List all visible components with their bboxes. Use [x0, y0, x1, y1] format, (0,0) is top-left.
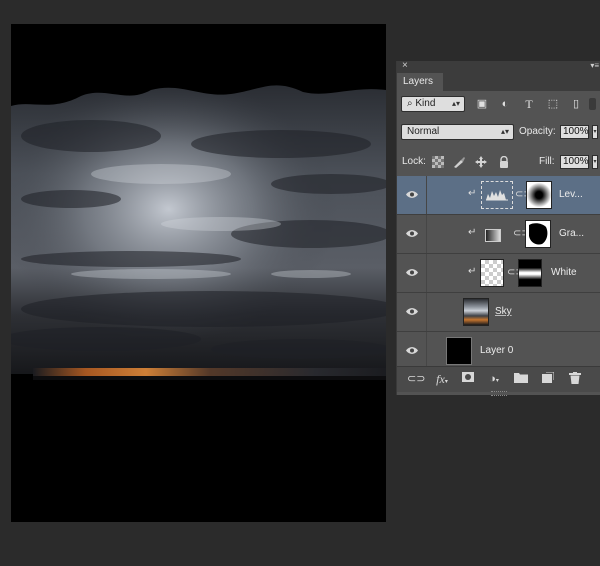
- layer-mask-thumbnail[interactable]: [525, 220, 551, 248]
- fx-icon[interactable]: fx▾: [434, 372, 450, 386]
- panel-tab-bar: Layers: [397, 73, 600, 91]
- layer-name[interactable]: Layer 0: [480, 345, 513, 356]
- fill-slider-arrow-icon[interactable]: ▾: [592, 155, 598, 169]
- eye-icon: [406, 347, 418, 354]
- new-adjustment-icon[interactable]: ◑▾: [486, 372, 502, 386]
- close-icon[interactable]: ×: [402, 60, 408, 71]
- visibility-toggle[interactable]: [397, 332, 427, 370]
- eye-icon: [406, 269, 418, 276]
- delete-layer-icon[interactable]: [567, 372, 583, 386]
- new-group-icon[interactable]: [513, 372, 529, 386]
- smart-object-filter-icon[interactable]: ▯: [569, 98, 583, 110]
- filter-kind-select[interactable]: ⌕ Kind ▴▾: [401, 96, 465, 112]
- layer-row-levels[interactable]: ↵ ⊂⊃ Lev...: [397, 176, 600, 215]
- mask-shape: [529, 223, 548, 245]
- image-filter-icon[interactable]: ▣: [475, 98, 489, 110]
- clip-arrow-icon: ↵: [468, 188, 477, 199]
- visibility-toggle[interactable]: [397, 293, 427, 331]
- opacity-input[interactable]: 100%: [560, 125, 589, 139]
- fill-input[interactable]: 100%: [560, 155, 589, 169]
- panel-title-bar: × ▾≡: [397, 60, 600, 73]
- select-arrows-icon: ▴▾: [451, 99, 460, 108]
- layer-row-white[interactable]: ↵ ⊂⊃ White: [397, 254, 600, 293]
- filter-toggle-switch[interactable]: [589, 98, 596, 110]
- eye-icon: [406, 191, 418, 198]
- layers-panel: × ▾≡ Layers ⌕ Kind ▴▾ ▣ ◐ T ⬚ ▯ Normal ▴…: [396, 60, 600, 396]
- lock-image-pixels-icon[interactable]: [453, 156, 465, 168]
- lock-row: Lock: Fill: 100% ▾: [397, 153, 600, 171]
- layer-row-sky[interactable]: Sky: [397, 293, 600, 332]
- transparent-layer-thumbnail[interactable]: [480, 259, 504, 287]
- visibility-toggle[interactable]: [397, 254, 427, 292]
- black-fill-thumbnail[interactable]: [446, 337, 472, 365]
- link-layers-icon[interactable]: ⊂⊃: [407, 372, 425, 386]
- layer-list: ↵ ⊂⊃ Lev... ↵ ⊂⊃ Gra... ↵ ⊂⊃ White Sky L…: [397, 176, 600, 371]
- clip-arrow-icon: ↵: [468, 227, 477, 238]
- shape-filter-icon[interactable]: ⬚: [546, 98, 560, 110]
- panel-footer: ⊂⊃ fx▾ ◑▾: [397, 366, 600, 392]
- lock-label: Lock:: [402, 156, 426, 167]
- layer-name[interactable]: Gra...: [559, 228, 584, 239]
- opacity-label: Opacity:: [519, 126, 556, 137]
- fx-label: fx: [436, 372, 445, 386]
- type-filter-icon[interactable]: T: [522, 98, 536, 110]
- lock-position-icon[interactable]: [475, 156, 487, 168]
- page-shape: [542, 371, 555, 383]
- new-layer-icon[interactable]: [540, 371, 556, 386]
- sky-image: [11, 85, 386, 380]
- levels-adjustment-thumbnail[interactable]: [481, 181, 513, 209]
- blend-mode-value: Normal: [407, 126, 440, 137]
- fill-label: Fill:: [539, 156, 555, 167]
- visibility-toggle[interactable]: [397, 176, 427, 214]
- folder-shape: [514, 373, 528, 383]
- trash-shape: [569, 372, 581, 384]
- smart-object-thumbnail[interactable]: [463, 298, 489, 326]
- blend-mode-select[interactable]: Normal ▴▾: [401, 124, 514, 140]
- eye-icon: [406, 308, 418, 315]
- visibility-toggle[interactable]: [397, 215, 427, 253]
- layer-name[interactable]: Sky: [495, 306, 512, 317]
- lock-transparent-pixels-icon[interactable]: [432, 156, 444, 168]
- filter-kind-label: Kind: [415, 98, 436, 109]
- gradient-map-icon[interactable]: [485, 229, 501, 242]
- layer-mask-thumbnail[interactable]: [526, 181, 552, 209]
- select-arrows-icon: ▴▾: [500, 127, 509, 136]
- histogram-icon: [486, 190, 508, 201]
- panel-resize-grip[interactable]: [491, 391, 507, 396]
- filter-row: ⌕ Kind ▴▾ ▣ ◐ T ⬚ ▯: [397, 96, 600, 114]
- layer-row-gradient[interactable]: ↵ ⊂⊃ Gra...: [397, 215, 600, 254]
- document-canvas[interactable]: [11, 24, 386, 522]
- blend-row: Normal ▴▾ Opacity: 100% ▾: [397, 124, 600, 142]
- lock-all-icon[interactable]: [498, 156, 510, 168]
- add-mask-icon[interactable]: [460, 372, 476, 386]
- layer-mask-thumbnail[interactable]: [518, 259, 542, 287]
- tab-layers[interactable]: Layers: [397, 73, 443, 91]
- eye-icon: [406, 230, 418, 237]
- panel-menu-icon[interactable]: ▾≡: [590, 61, 599, 70]
- mask-shape: [462, 372, 474, 382]
- clip-arrow-icon: ↵: [468, 266, 477, 277]
- adjustment-filter-icon[interactable]: ◐: [498, 98, 512, 110]
- layer-name[interactable]: Lev...: [559, 189, 583, 200]
- opacity-slider-arrow-icon[interactable]: ▾: [592, 125, 598, 139]
- layer-name[interactable]: White: [551, 267, 577, 278]
